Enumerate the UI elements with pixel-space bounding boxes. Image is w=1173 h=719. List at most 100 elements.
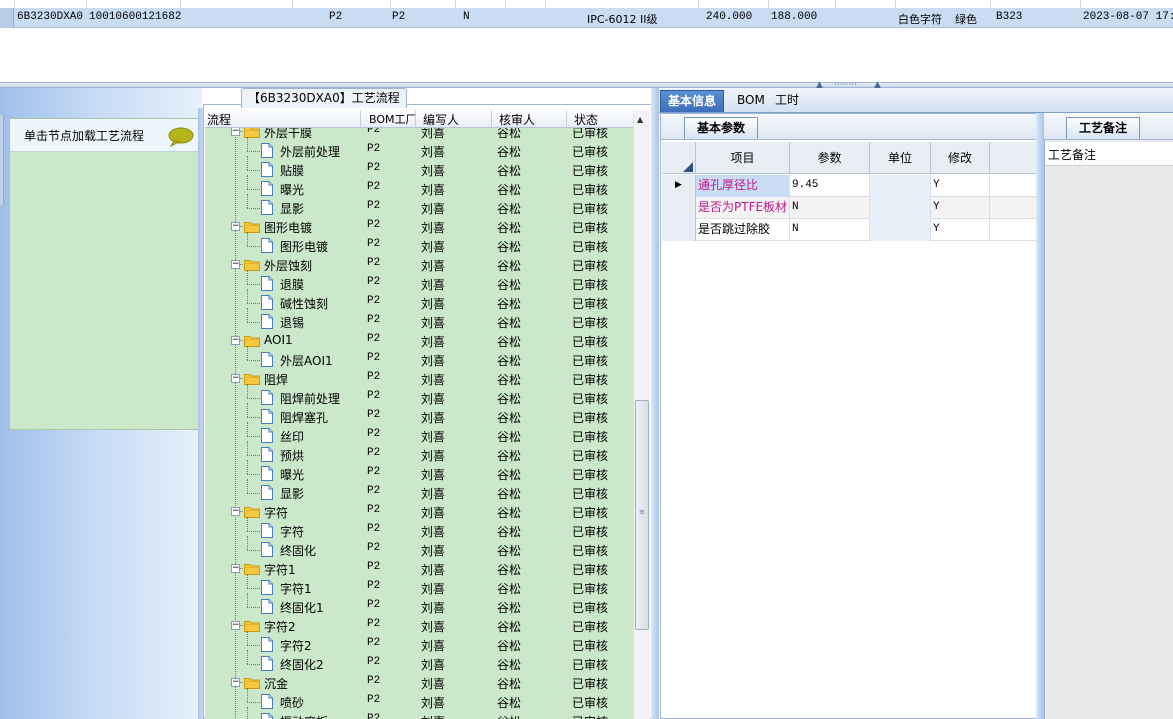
tab-work-hours[interactable]: 工时 (768, 90, 806, 112)
tree-leaf-row[interactable]: 终固化1 P2 刘喜 谷松 已审核 (205, 593, 633, 616)
collapse-toggle-icon[interactable]: − (231, 621, 240, 630)
tree-node-label[interactable]: 字符2 (280, 637, 312, 654)
tab-basic-info[interactable]: 基本信息 (660, 90, 725, 112)
tree-node-label[interactable]: AOI1 (264, 333, 293, 347)
left-collapsed-tab[interactable] (0, 115, 4, 205)
param-unit[interactable] (870, 219, 931, 241)
tree-node-label[interactable]: 喷砂 (280, 694, 304, 711)
param-modify[interactable]: Y (931, 175, 990, 197)
tree-node-label[interactable]: 显影 (280, 485, 304, 502)
tree-group-row[interactable]: − 外层干膜 P2 刘喜 谷松 已审核 (205, 128, 633, 141)
tree-node-label[interactable]: 终固化1 (280, 599, 324, 616)
tree-node-label[interactable]: 字符1 (264, 561, 296, 578)
tree-leaf-row[interactable]: 曝光 P2 刘喜 谷松 已审核 (205, 460, 633, 483)
tree-leaf-row[interactable]: 显影 P2 刘喜 谷松 已审核 (205, 479, 633, 502)
tree-leaf-row[interactable]: 退锡 P2 刘喜 谷松 已审核 (205, 308, 633, 331)
param-row[interactable]: 是否跳过除胶 N Y (662, 219, 1036, 241)
param-value[interactable]: N (790, 197, 870, 219)
tree-vertical-scrollbar[interactable]: ▲ ≡ (633, 110, 650, 719)
tree-group-row[interactable]: − 图形电镀 P2 刘喜 谷松 已审核 (205, 217, 633, 236)
tree-leaf-row[interactable]: 终固化 P2 刘喜 谷松 已审核 (205, 536, 633, 559)
tree-node-label[interactable]: 字符 (264, 504, 288, 521)
column-header-item[interactable]: 项目 (696, 142, 790, 174)
column-header-param[interactable]: 参数 (790, 142, 870, 174)
tree-node-label[interactable]: 振动磨板 (280, 713, 328, 719)
column-divider[interactable] (415, 110, 416, 128)
tree-node-label[interactable]: 图形电镀 (280, 238, 328, 255)
selected-order-row[interactable]: 6B3230DXA0 10010600121682 P2 P2 N IPC-60… (0, 8, 1173, 28)
tree-leaf-row[interactable]: 振动磨板 P2 刘喜 谷松 已审核 (205, 707, 633, 719)
tree-leaf-row[interactable]: 字符2 P2 刘喜 谷松 已审核 (205, 631, 633, 654)
collapse-toggle-icon[interactable]: − (231, 564, 240, 573)
tree-group-row[interactable]: − AOI1 P2 刘喜 谷松 已审核 (205, 331, 633, 350)
tree-node-label[interactable]: 外层干膜 (264, 128, 312, 141)
column-divider[interactable] (491, 110, 492, 128)
tree-node-label[interactable]: 阻焊塞孔 (280, 409, 328, 426)
tree-node-label[interactable]: 终固化 (280, 542, 316, 559)
tree-leaf-row[interactable]: 预烘 P2 刘喜 谷松 已审核 (205, 441, 633, 464)
tree-leaf-row[interactable]: 终固化2 P2 刘喜 谷松 已审核 (205, 650, 633, 673)
grid-corner[interactable] (662, 142, 696, 174)
param-value[interactable]: N (790, 219, 870, 241)
param-row[interactable]: ▶ 通孔厚径比 9.45 Y (662, 175, 1036, 197)
param-modify[interactable]: Y (931, 197, 990, 219)
column-divider[interactable] (360, 110, 361, 128)
param-value[interactable]: 9.45 (790, 175, 870, 197)
tree-node-label[interactable]: 外层AOI1 (280, 352, 333, 369)
column-header-reviewer[interactable]: 核审人 (499, 111, 535, 128)
row-selector[interactable] (662, 197, 696, 219)
tree-leaf-row[interactable]: 外层AOI1 P2 刘喜 谷松 已审核 (205, 346, 633, 369)
tree-group-row[interactable]: − 外层蚀刻 P2 刘喜 谷松 已审核 (205, 255, 633, 274)
tree-node-label[interactable]: 退锡 (280, 314, 304, 331)
collapse-toggle-icon[interactable]: − (231, 374, 240, 383)
tree-group-row[interactable]: − 字符1 P2 刘喜 谷松 已审核 (205, 559, 633, 578)
tree-leaf-row[interactable]: 曝光 P2 刘喜 谷松 已审核 (205, 175, 633, 198)
tab-bom[interactable]: BOM (730, 90, 772, 112)
tree-node-label[interactable]: 显影 (280, 200, 304, 217)
column-header-writer[interactable]: 编写人 (423, 111, 459, 128)
param-item[interactable]: 是否跳过除胶 (696, 219, 790, 241)
tree-leaf-row[interactable]: 图形电镀 P2 刘喜 谷松 已审核 (205, 232, 633, 255)
tree-node-label[interactable]: 曝光 (280, 466, 304, 483)
tree-node-label[interactable]: 字符2 (264, 618, 296, 635)
tree-leaf-row[interactable]: 阻焊前处理 P2 刘喜 谷松 已审核 (205, 384, 633, 407)
tree-leaf-row[interactable]: 字符1 P2 刘喜 谷松 已审核 (205, 574, 633, 597)
column-divider[interactable] (566, 110, 567, 128)
param-modify[interactable]: Y (931, 219, 990, 241)
tree-node-label[interactable]: 外层蚀刻 (264, 257, 312, 274)
tree-leaf-row[interactable]: 外层前处理 P2 刘喜 谷松 已审核 (205, 137, 633, 160)
scroll-up-arrow-icon[interactable]: ▲ (637, 115, 643, 124)
tree-node-label[interactable]: 沉金 (264, 675, 288, 692)
param-row[interactable]: 是否为PTFE板材 N Y (662, 197, 1036, 219)
current-row-pointer-icon[interactable]: ▶ (662, 175, 696, 197)
tree-group-row[interactable]: − 沉金 P2 刘喜 谷松 已审核 (205, 673, 633, 692)
tab-basic-params[interactable]: 基本参数 (684, 117, 759, 139)
collapse-toggle-icon[interactable]: − (231, 507, 240, 516)
param-item[interactable]: 是否为PTFE板材 (696, 197, 790, 219)
param-unit[interactable] (870, 175, 931, 197)
scrollbar-thumb[interactable]: ≡ (635, 400, 649, 630)
tab-process-remark[interactable]: 工艺备注 (1066, 117, 1141, 139)
tree-node-label[interactable]: 字符1 (280, 580, 312, 597)
tree-leaf-row[interactable]: 退膜 P2 刘喜 谷松 已审核 (205, 270, 633, 293)
tree-node-label[interactable]: 退膜 (280, 276, 304, 293)
tree-leaf-row[interactable]: 碱性蚀刻 P2 刘喜 谷松 已审核 (205, 289, 633, 312)
tree-node-label[interactable]: 字符 (280, 523, 304, 540)
tree-node-label[interactable]: 碱性蚀刻 (280, 295, 328, 312)
tree-leaf-row[interactable]: 阻焊塞孔 P2 刘喜 谷松 已审核 (205, 403, 633, 426)
column-header-unit[interactable]: 单位 (870, 142, 931, 174)
tree-leaf-row[interactable]: 贴膜 P2 刘喜 谷松 已审核 (205, 156, 633, 179)
tree-node-label[interactable]: 曝光 (280, 181, 304, 198)
param-unit[interactable] (870, 197, 931, 219)
row-selector[interactable] (0, 8, 14, 28)
column-header-modify[interactable]: 修改 (931, 142, 990, 174)
column-header-process[interactable]: 流程 (207, 111, 231, 128)
column-header-bom-factory[interactable]: BOM工厂 (369, 111, 417, 127)
tree-node-label[interactable]: 图形电镀 (264, 219, 312, 236)
collapse-toggle-icon[interactable]: − (231, 336, 240, 345)
tree-node-label[interactable]: 丝印 (280, 428, 304, 445)
tree-leaf-row[interactable]: 显影 P2 刘喜 谷松 已审核 (205, 194, 633, 217)
tree-leaf-row[interactable]: 字符 P2 刘喜 谷松 已审核 (205, 517, 633, 540)
param-item[interactable]: 通孔厚径比 (696, 175, 790, 197)
tree-leaf-row[interactable]: 丝印 P2 刘喜 谷松 已审核 (205, 422, 633, 445)
